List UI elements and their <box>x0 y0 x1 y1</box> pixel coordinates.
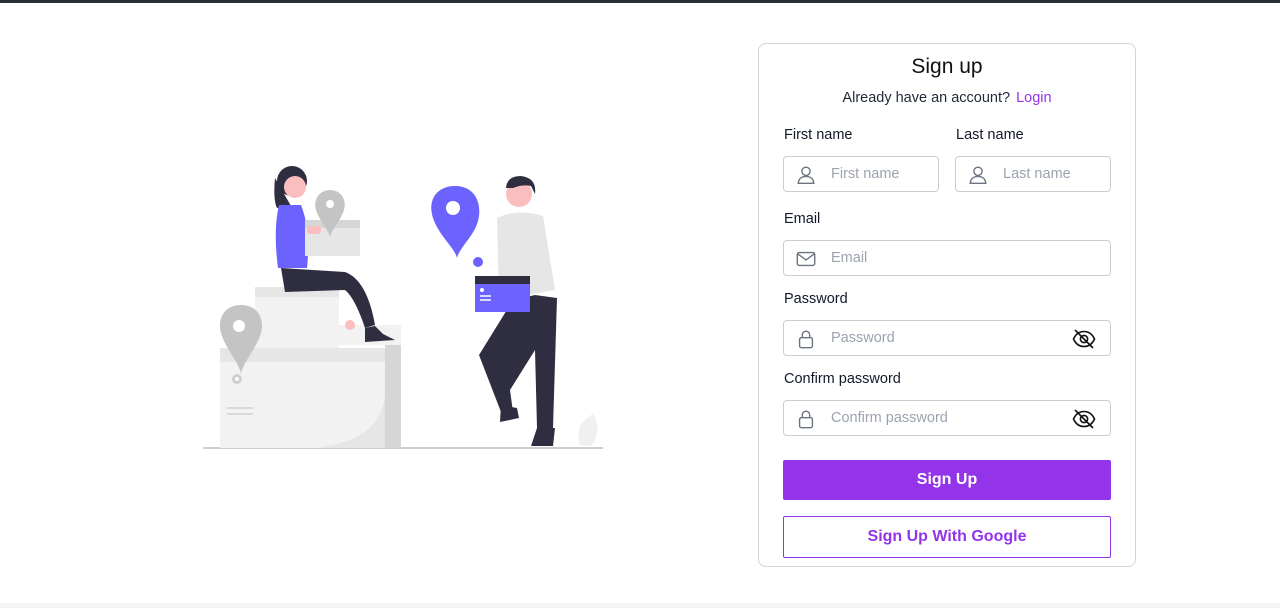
login-link[interactable]: Login <box>1016 90 1051 106</box>
first-name-placeholder: First name <box>831 166 900 182</box>
email-label: Email <box>784 211 821 227</box>
user-icon <box>969 166 987 184</box>
mail-icon <box>796 251 816 267</box>
signup-card: Sign up Already have an account? Login Fi… <box>758 43 1136 567</box>
password-field[interactable]: Password <box>783 320 1111 356</box>
confirm-password-field[interactable]: Confirm password <box>783 400 1111 436</box>
last-name-placeholder: Last name <box>1003 166 1071 182</box>
top-border <box>0 0 1280 3</box>
last-name-label: Last name <box>956 127 1024 143</box>
delivery-illustration <box>195 150 615 455</box>
already-account-text: Already have an account? <box>842 90 1011 106</box>
eye-off-icon[interactable] <box>1072 408 1096 430</box>
lock-icon <box>798 410 814 429</box>
signup-title: Sign up <box>911 55 983 78</box>
first-name-field[interactable]: First name <box>783 156 939 192</box>
email-placeholder: Email <box>831 250 868 266</box>
signup-subtitle: Already have an account? Login <box>759 90 1135 106</box>
signup-button[interactable]: Sign Up <box>783 460 1111 500</box>
password-label: Password <box>784 291 848 307</box>
lock-icon <box>798 330 814 349</box>
user-icon <box>797 166 815 184</box>
bottom-border <box>0 603 1280 608</box>
password-placeholder: Password <box>831 330 895 346</box>
confirm-password-label: Confirm password <box>784 371 901 387</box>
last-name-field[interactable]: Last name <box>955 156 1111 192</box>
eye-off-icon[interactable] <box>1072 328 1096 350</box>
first-name-label: First name <box>784 127 853 143</box>
email-field[interactable]: Email <box>783 240 1111 276</box>
signup-google-button[interactable]: Sign Up With Google <box>783 516 1111 558</box>
confirm-password-placeholder: Confirm password <box>831 410 948 426</box>
